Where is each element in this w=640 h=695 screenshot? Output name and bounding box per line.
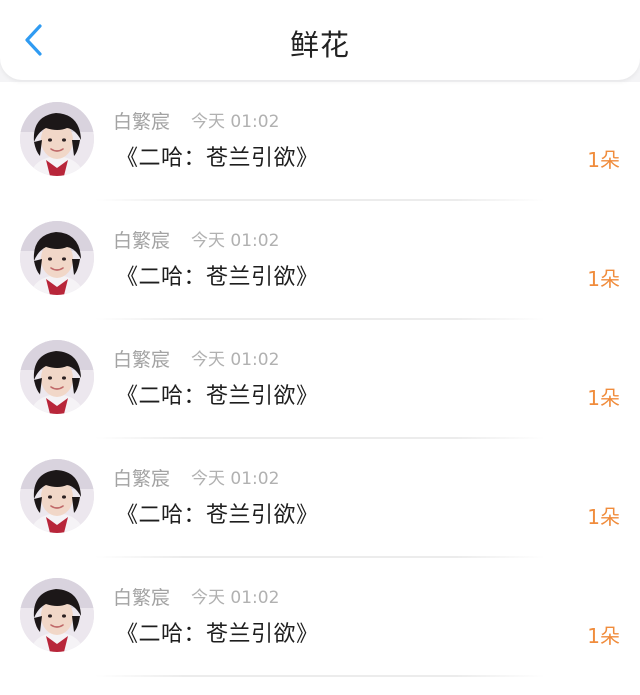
book-title: 《二哈：苍兰引欲》: [116, 503, 319, 528]
flower-count: 1朵: [587, 148, 620, 172]
sender-name: 白繁宸: [113, 349, 171, 371]
list-item[interactable]: 白繁宸 今天 01:02 《二哈：苍兰引欲》 1朵: [0, 558, 640, 677]
list-item[interactable]: 白繁宸 今天 01:02 《二哈：苍兰引欲》 1朵: [0, 201, 640, 320]
flower-count: 1朵: [587, 624, 620, 648]
flower-count: 1朵: [587, 505, 620, 529]
flower-list: 白繁宸 今天 01:02 《二哈：苍兰引欲》 1朵 白繁宸 今天 01:02 《…: [0, 82, 640, 695]
timestamp: 今天 01:02: [191, 112, 280, 132]
timestamp: 今天 01:02: [191, 588, 280, 608]
sender-name: 白繁宸: [113, 230, 171, 252]
book-title: 《二哈：苍兰引欲》: [116, 265, 319, 290]
user-avatar[interactable]: [20, 459, 94, 533]
user-avatar[interactable]: [20, 221, 94, 295]
flower-count: 1朵: [587, 267, 620, 291]
row-divider: [95, 675, 545, 677]
top-bar: 鲜花: [0, 0, 640, 80]
sender-name: 白繁宸: [113, 111, 171, 133]
page-title: 鲜花: [289, 28, 350, 62]
user-avatar[interactable]: [20, 578, 94, 652]
list-item[interactable]: 白繁宸 今天 01:02 《二哈：苍兰引欲》 1朵: [0, 320, 640, 439]
sender-name: 白繁宸: [113, 587, 171, 609]
book-title: 《二哈：苍兰引欲》: [116, 622, 319, 647]
list-item[interactable]: 白繁宸 今天 01:02 《二哈：苍兰引欲》 1朵: [0, 439, 640, 558]
sender-name: 白繁宸: [113, 468, 171, 490]
book-title: 《二哈：苍兰引欲》: [116, 384, 319, 409]
flower-count: 1朵: [587, 386, 620, 410]
timestamp: 今天 01:02: [191, 231, 280, 251]
timestamp: 今天 01:02: [191, 350, 280, 370]
user-avatar[interactable]: [20, 102, 94, 176]
list-item[interactable]: 白繁宸 今天 01:02 《二哈：苍兰引欲》 1朵: [0, 82, 640, 201]
book-title: 《二哈：苍兰引欲》: [116, 146, 319, 171]
user-avatar[interactable]: [20, 340, 94, 414]
timestamp: 今天 01:02: [191, 469, 280, 489]
